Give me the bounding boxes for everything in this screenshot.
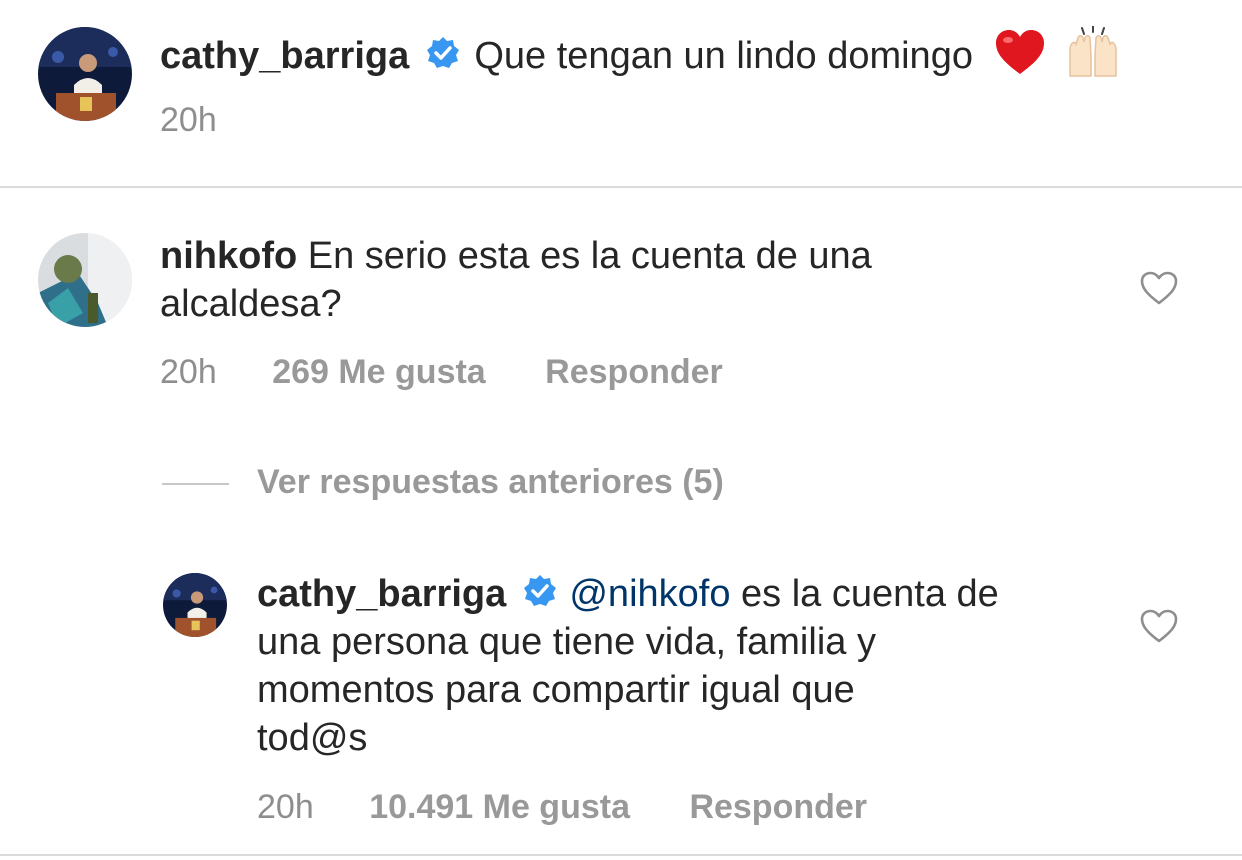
caption-time: 20h xyxy=(160,101,217,139)
reply-likes[interactable]: 10.491 Me gusta xyxy=(369,788,630,826)
view-replies-label: Ver respuestas anteriores (5) xyxy=(257,463,724,501)
comment-like-heart-icon[interactable] xyxy=(1139,270,1179,306)
comment-username[interactable]: nihkofo xyxy=(160,235,297,277)
caption-username[interactable]: cathy_barriga xyxy=(160,35,409,77)
comment-line1: nihkofo En serio esta es la cuenta de un… xyxy=(160,232,872,280)
comment-reply-button[interactable]: Responder xyxy=(545,353,723,391)
reply-avatar[interactable] xyxy=(163,573,227,637)
red-heart-emoji-icon xyxy=(994,28,1046,88)
comment-likes[interactable]: 269 Me gusta xyxy=(272,353,486,391)
verified-badge-icon xyxy=(523,572,557,620)
divider xyxy=(0,186,1242,188)
comment-avatar[interactable] xyxy=(38,233,132,327)
reply-text-line3: momentos para compartir igual que xyxy=(257,669,855,711)
reply-meta: 20h 10.491 Me gusta Responder xyxy=(257,788,867,827)
reply-reply-button[interactable]: Responder xyxy=(689,788,867,826)
bottom-divider xyxy=(0,854,1242,856)
reply-line1: cathy_barriga @nihkofo es la cuenta de xyxy=(257,570,999,620)
reply-username[interactable]: cathy_barriga xyxy=(257,573,506,615)
comment-meta: 20h 269 Me gusta Responder xyxy=(160,353,723,392)
caption-avatar[interactable] xyxy=(38,27,132,121)
comment-text-line1: En serio esta es la cuenta de una xyxy=(307,235,872,277)
verified-badge-icon xyxy=(426,34,460,82)
raising-hands-emoji-icon xyxy=(1064,25,1122,90)
reply-text-line4: tod@s xyxy=(257,717,368,759)
reply-mention-link[interactable]: @nihkofo xyxy=(569,573,730,615)
comment-time: 20h xyxy=(160,353,217,391)
reply-like-heart-icon[interactable] xyxy=(1139,608,1179,644)
caption-text: Que tengan un lindo domingo xyxy=(474,35,973,78)
view-replies-button[interactable]: Ver respuestas anteriores (5) xyxy=(257,463,724,502)
comment-text-line2: alcaldesa? xyxy=(160,283,342,325)
view-replies-line xyxy=(162,483,229,485)
caption-line: cathy_barriga Que tengan un lindo doming… xyxy=(160,25,1122,90)
reply-text-line2: una persona que tiene vida, familia y xyxy=(257,621,876,663)
reply-text-line1: es la cuenta de xyxy=(730,573,999,615)
reply-time: 20h xyxy=(257,788,314,826)
